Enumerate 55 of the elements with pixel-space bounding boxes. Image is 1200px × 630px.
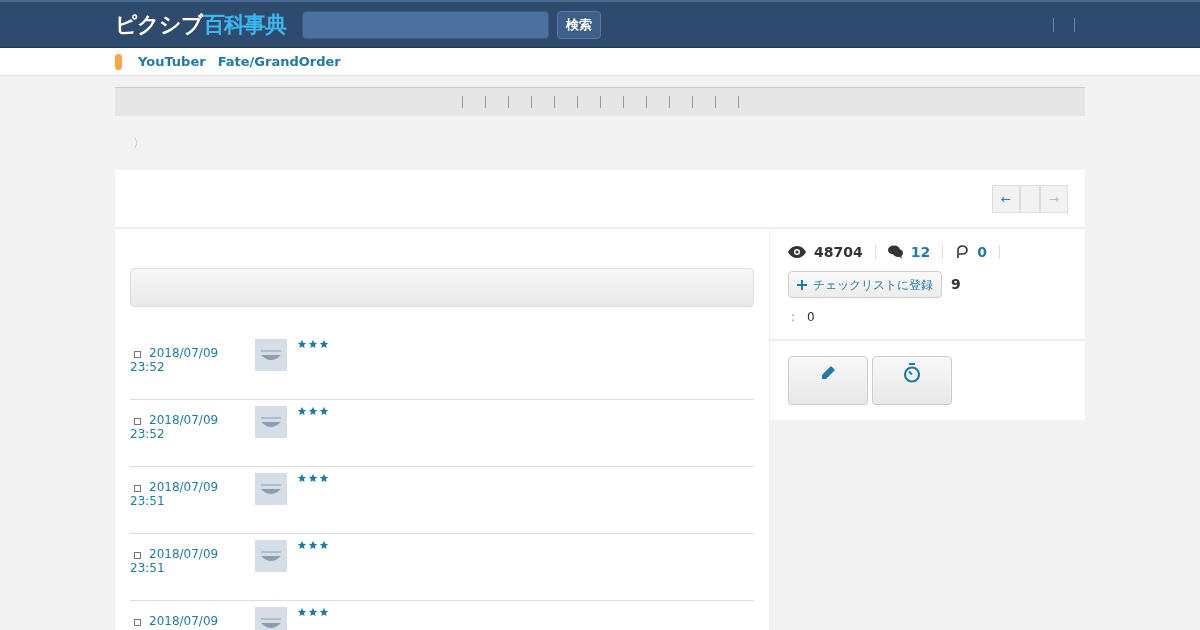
star-icon xyxy=(308,406,318,416)
eye-icon xyxy=(788,246,806,258)
square-icon xyxy=(134,619,141,626)
comment-date-link[interactable]: 2018/07/09 23:52 xyxy=(130,346,230,374)
star-icon xyxy=(297,406,307,416)
star-icon xyxy=(308,540,318,550)
star-icon xyxy=(308,473,318,483)
pager-button[interactable] xyxy=(1020,184,1040,213)
pencil-icon xyxy=(820,365,836,381)
star-icon xyxy=(319,540,329,550)
search-field[interactable] xyxy=(302,10,550,39)
star-icon xyxy=(319,473,329,483)
avatar-icon xyxy=(255,406,287,438)
logo-text[interactable]: 百科事典 xyxy=(202,13,287,36)
star-icon xyxy=(297,339,307,349)
square-icon xyxy=(134,552,141,559)
avatar-icon xyxy=(255,473,287,505)
comment-date-link[interactable]: 2018/07/09 23:51 xyxy=(130,480,230,508)
comment-date-link[interactable]: 2018/07/09 xyxy=(130,614,230,628)
info-value: 0 xyxy=(807,309,815,326)
comment-count[interactable]: 12 xyxy=(910,241,931,263)
star-icon xyxy=(319,607,329,617)
chat-icon xyxy=(887,245,903,259)
avatar-icon xyxy=(255,540,287,572)
square-icon xyxy=(134,418,141,425)
avatar-icon xyxy=(255,607,287,630)
checklist-count: 9 xyxy=(951,275,961,294)
star-icon xyxy=(319,339,329,349)
tag-marker xyxy=(115,53,122,70)
star-icon xyxy=(297,473,307,483)
previous-button[interactable]: ← xyxy=(992,184,1020,213)
square-icon xyxy=(134,485,141,492)
avatar-icon xyxy=(255,339,287,371)
edit-button[interactable] xyxy=(788,356,868,405)
comment-date-link[interactable]: 2018/07/09 23:52 xyxy=(130,413,230,441)
logo-text[interactable]: ピクシブ xyxy=(115,13,203,36)
checklist-button[interactable]: チェックリストに登録 xyxy=(788,271,942,298)
info-label: : xyxy=(791,309,796,326)
tag-link[interactable]: YouTuber xyxy=(138,51,206,72)
view-count: 48704 xyxy=(814,242,863,262)
speech-bubble-icon xyxy=(955,245,970,259)
star-icon xyxy=(319,406,329,416)
star-icon xyxy=(308,607,318,617)
breadcrumb-separator: 〉 xyxy=(133,135,145,152)
star-icon xyxy=(297,540,307,550)
history-button[interactable] xyxy=(872,356,952,405)
pin-count[interactable]: 0 xyxy=(977,241,987,263)
tag-link[interactable]: Fate/GrandOrder xyxy=(217,51,341,72)
stopwatch-icon xyxy=(903,363,921,383)
star-icon xyxy=(297,607,307,617)
comment-date-link[interactable]: 2018/07/09 23:51 xyxy=(130,547,230,575)
search-button[interactable]: 検索 xyxy=(557,10,602,39)
star-icon xyxy=(308,339,318,349)
square-icon xyxy=(134,351,141,358)
plus-icon xyxy=(797,279,807,290)
